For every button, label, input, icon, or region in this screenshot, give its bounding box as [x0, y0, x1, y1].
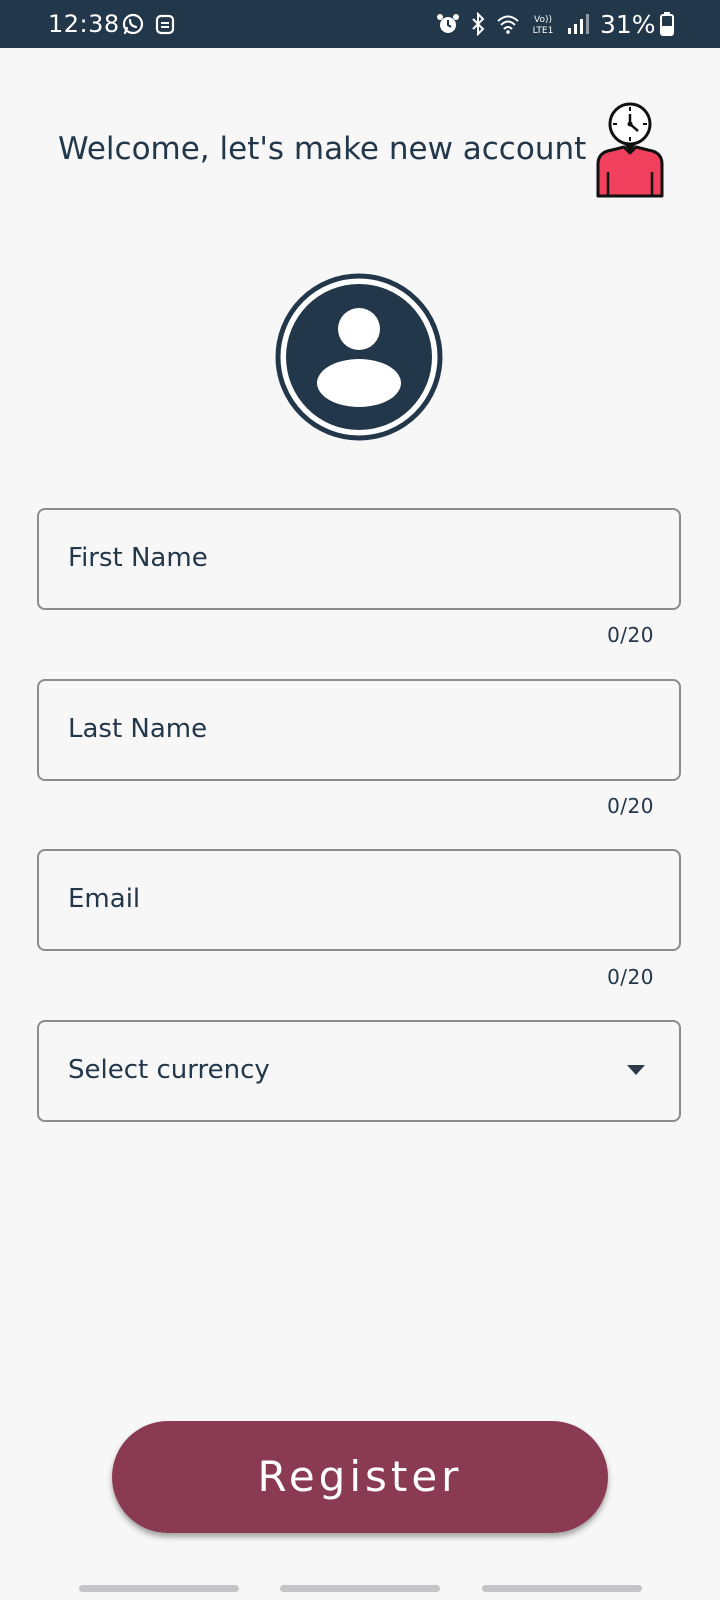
dropdown-arrow-icon[interactable]	[627, 1065, 645, 1075]
last-name-field[interactable]: Last Name	[37, 679, 681, 781]
person-clock-icon	[596, 102, 664, 198]
first-name-placeholder: First Name	[68, 543, 208, 573]
register-button[interactable]: Register	[112, 1421, 608, 1533]
email-placeholder: Email	[68, 884, 141, 914]
battery-percentage: 31%	[600, 10, 656, 39]
first-name-field[interactable]: First Name	[37, 508, 681, 610]
last-name-placeholder: Last Name	[68, 714, 208, 744]
notification-icon	[155, 14, 175, 35]
page-title: Welcome, let's make new account	[58, 131, 587, 167]
navigation-bar	[0, 1580, 720, 1600]
last-name-counter: 0/20	[607, 794, 654, 818]
email-field[interactable]: Email	[37, 849, 681, 951]
svg-text:LTE1: LTE1	[533, 26, 554, 36]
nav-back-button[interactable]	[482, 1585, 642, 1592]
nav-home-button[interactable]	[280, 1585, 440, 1592]
status-time: 12:38	[48, 10, 120, 38]
volte-icon: Vo)) LTE1	[533, 15, 554, 36]
bluetooth-icon	[472, 12, 485, 36]
currency-placeholder: Select currency	[68, 1055, 270, 1085]
user-avatar-icon[interactable]	[275, 273, 443, 441]
whatsapp-icon	[122, 13, 144, 35]
signal-icon	[568, 14, 589, 34]
alarm-icon	[437, 14, 459, 33]
nav-recents-button[interactable]	[79, 1585, 239, 1592]
first-name-counter: 0/20	[607, 623, 654, 647]
email-counter: 0/20	[607, 965, 654, 989]
svg-text:Vo)): Vo))	[534, 15, 552, 25]
currency-select[interactable]: Select currency	[37, 1020, 681, 1122]
status-bar: 12:38 Vo)) LTE1 31%	[0, 0, 720, 48]
battery-icon	[660, 12, 674, 36]
wifi-icon	[497, 15, 519, 34]
